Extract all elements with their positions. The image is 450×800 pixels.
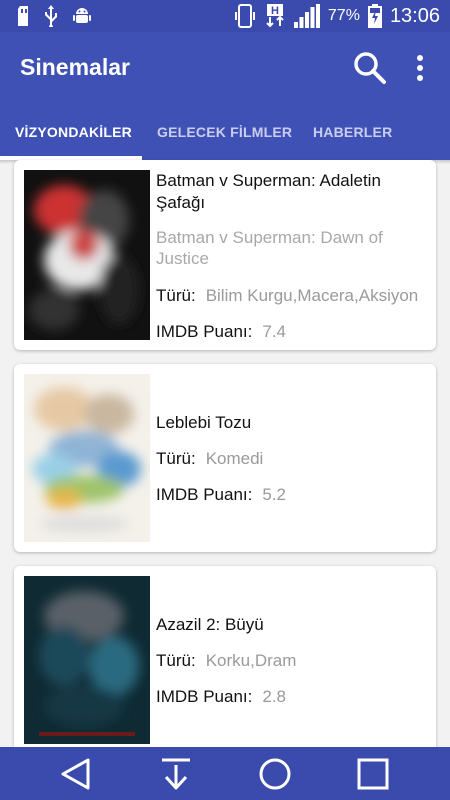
back-icon[interactable] [58, 757, 94, 791]
imdb-value: 7.4 [262, 322, 287, 341]
recents-icon[interactable] [355, 757, 391, 791]
clock: 13:06 [389, 4, 440, 27]
movie-card[interactable]: Azazil 2: Büyü Türü: Korku,Dram IMDB Puan… [14, 566, 436, 766]
battery-charging-icon [367, 4, 382, 28]
tab-news[interactable]: HABERLER [313, 124, 392, 140]
android-debug-icon [73, 8, 91, 23]
movie-imdb-row: IMDB Puanı: 7.4 [156, 322, 428, 342]
imdb-label: IMDB Puanı: [156, 322, 253, 341]
sd-card-icon [18, 6, 28, 26]
movie-card[interactable]: Leblebi Tozu Türü: Komedi IMDB Puanı: 5.2 [14, 364, 436, 552]
genre-value: Bilim Kurgu,Macera,Aksiyon [205, 286, 419, 305]
movie-genre-row: Türü: Bilim Kurgu,Macera,Aksiyon [156, 286, 428, 306]
movie-genre-row: Türü: Komedi [156, 449, 428, 469]
svg-text:H: H [271, 5, 279, 17]
movie-poster [24, 170, 150, 340]
movie-title: Azazil 2: Büyü [156, 615, 264, 634]
genre-label: Türü: [156, 286, 196, 305]
movie-poster [24, 576, 150, 744]
movie-title: Batman v Superman: Adaletin Şafağı [156, 171, 381, 212]
movie-imdb-row: IMDB Puanı: 5.2 [156, 485, 428, 505]
imdb-label: IMDB Puanı: [156, 485, 253, 504]
imdb-label: IMDB Puanı: [156, 687, 253, 706]
genre-label: Türü: [156, 449, 196, 468]
usb-icon [45, 5, 57, 27]
movie-imdb-row: IMDB Puanı: 2.8 [156, 687, 428, 707]
status-right-icons: H 77% 13:06 [234, 4, 440, 28]
tab-bar: VİZYONDAKİLER GELECEK FİLMLER HABERLER [0, 104, 450, 160]
imdb-value: 5.2 [262, 485, 287, 504]
more-vert-icon[interactable] [408, 52, 432, 84]
movie-poster [24, 374, 150, 542]
navigation-bar [0, 747, 450, 800]
genre-value: Komedi [205, 449, 264, 468]
movie-genre-row: Türü: Korku,Dram [156, 651, 428, 671]
app-bar: Sinemalar [0, 32, 450, 104]
signal-icon [293, 4, 320, 28]
home-icon[interactable] [257, 757, 293, 791]
search-icon[interactable] [352, 50, 388, 86]
status-left-icons [18, 5, 92, 27]
status-bar: H 77% 13:06 [0, 0, 450, 32]
movie-original-title: Batman v Superman: Dawn of Justice [156, 228, 383, 268]
app-title: Sinemalar [20, 54, 130, 80]
movie-card[interactable]: Batman v Superman: Adaletin Şafağı Batma… [14, 160, 436, 350]
genre-value: Korku,Dram [205, 651, 297, 670]
imdb-value: 2.8 [262, 687, 287, 706]
battery-percent: 77% [327, 7, 360, 24]
download-icon[interactable] [158, 757, 194, 791]
movie-title: Leblebi Tozu [156, 413, 252, 432]
network-type-icon: H [266, 4, 284, 28]
tab-now-showing[interactable]: VİZYONDAKİLER [15, 124, 132, 140]
vibrate-icon [234, 4, 255, 28]
tab-upcoming[interactable]: GELECEK FİLMLER [157, 124, 292, 140]
genre-label: Türü: [156, 651, 196, 670]
